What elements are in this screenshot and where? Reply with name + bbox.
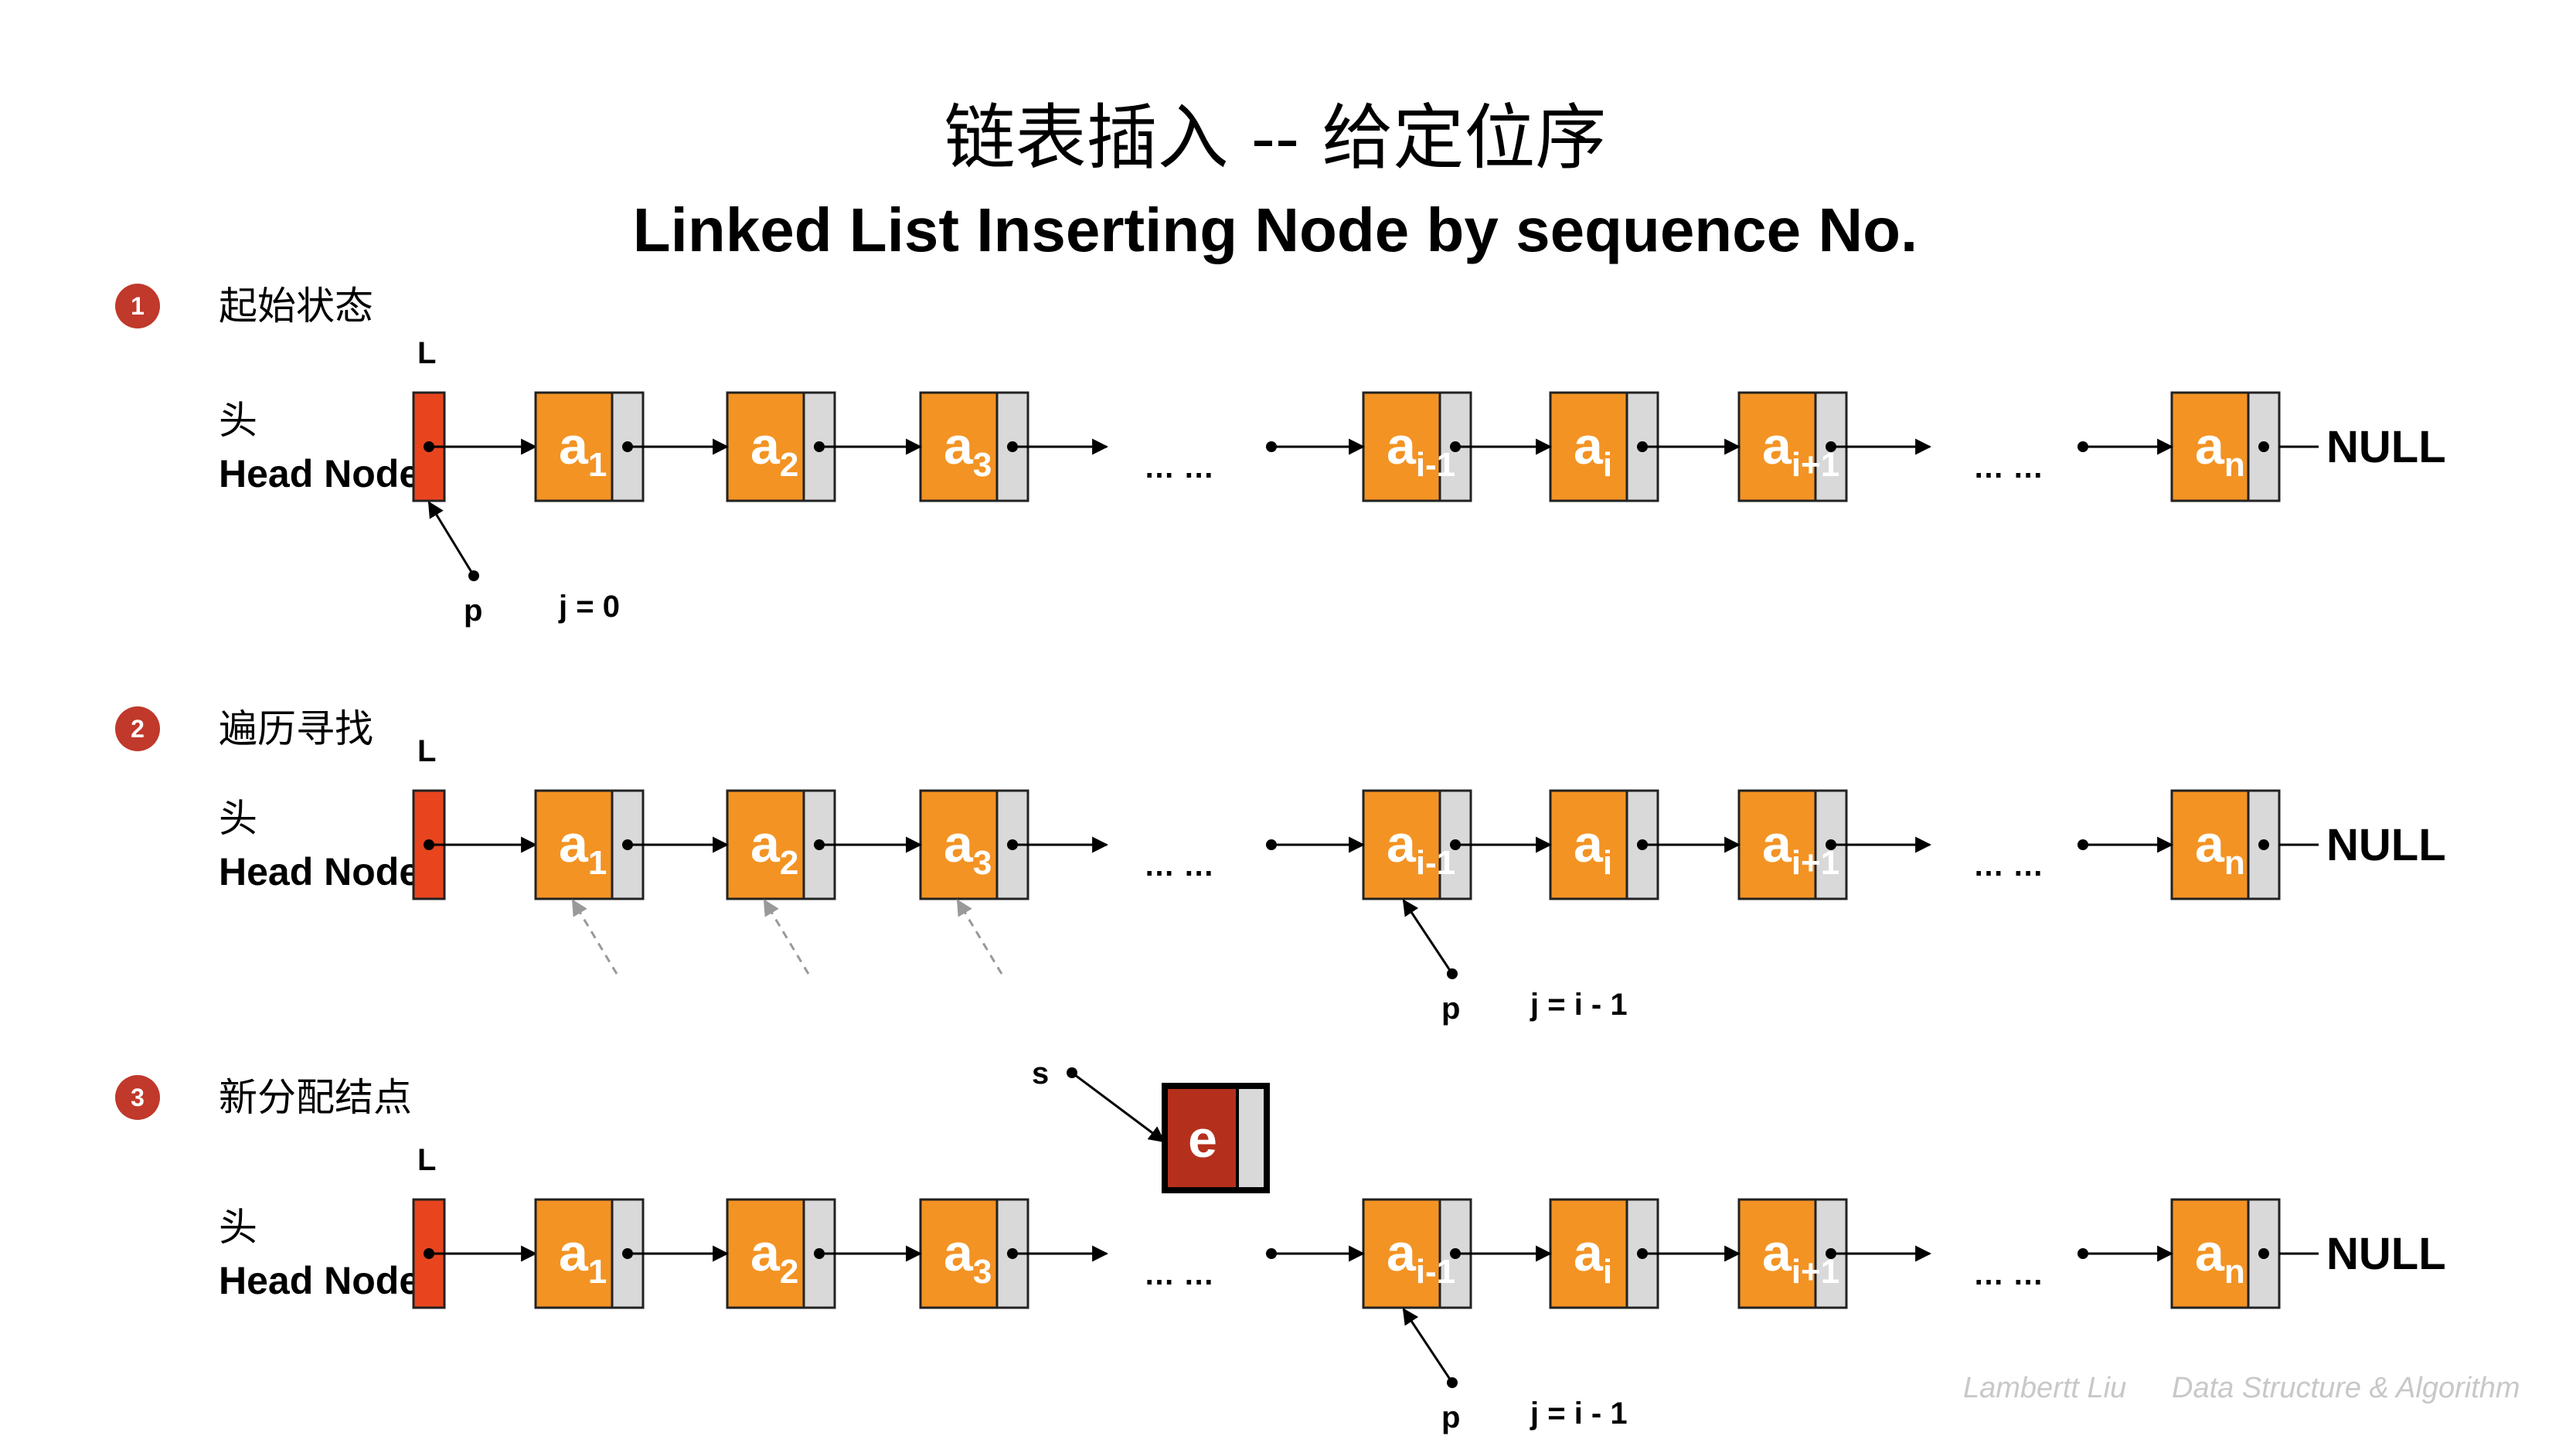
list-node-5: ai <box>1549 789 1659 900</box>
pointer-p-label: p <box>464 594 482 628</box>
node-label-subscript: i-1 <box>1416 1253 1455 1291</box>
list-node-3: a3 <box>919 789 1029 900</box>
head-node-label-cn: 头 <box>219 796 257 841</box>
new-node-s: es <box>1032 1057 1270 1193</box>
step-number: 3 <box>131 1084 145 1111</box>
step-label: 新分配结点 <box>219 1075 412 1120</box>
title-chinese: 链表插入 -- 给定位序 <box>944 97 1607 179</box>
null-label: NULL <box>2326 422 2446 472</box>
list-node-1: a1 <box>534 1198 645 1309</box>
list-node-3: a3 <box>919 391 1029 502</box>
ellipsis: … … <box>1973 1257 2043 1291</box>
node-next-dot <box>2258 441 2269 452</box>
list-node-7: an <box>2170 1198 2281 1309</box>
ellipsis: … … <box>1973 849 2043 883</box>
head-node-label-en: Head Node <box>219 850 420 893</box>
head-node-label-cn: 头 <box>219 398 257 443</box>
counter-label: j = i - 1 <box>1530 1397 1628 1431</box>
node-label-subscript: i <box>1603 446 1612 484</box>
step-row-1: 1 起始状态头 Head Node La1 a2 a3 ai-1 ai ai+1 an … … … …… <box>115 284 2446 628</box>
ellipsis: … … <box>1144 849 1214 883</box>
step-row-2: 2 遍历寻找头 Head Node La1 a2 a3 ai-1 ai ai+1 an … … … …… <box>115 706 2446 1026</box>
pointer-s-arrow <box>1071 1071 1165 1143</box>
node-label-subscript: i-1 <box>1416 844 1455 882</box>
title-english: Linked List Inserting Node by sequence N… <box>633 196 1918 264</box>
node-label-subscript: i-1 <box>1416 446 1455 484</box>
node-next-dot <box>2258 1248 2269 1259</box>
footer-author: Lambertt Liu <box>1963 1372 2126 1404</box>
pointer-s-label: s <box>1032 1057 1049 1091</box>
list-node-5: ai <box>1549 1198 1659 1309</box>
node-label-subscript: n <box>2224 844 2245 882</box>
new-node-label: e <box>1188 1110 1217 1169</box>
traversal-arrow <box>763 899 810 975</box>
head-pointer-label: L <box>417 1143 436 1177</box>
step-number: 1 <box>131 292 145 320</box>
footer-subject: Data Structure & Algorithm <box>2172 1372 2520 1404</box>
step-label: 起始状态 <box>219 284 373 328</box>
list-node-6: ai+1 <box>1737 789 1848 900</box>
node-label-subscript: 2 <box>780 446 798 484</box>
ellipsis: … … <box>1973 451 2043 485</box>
list-node-4: ai-1 <box>1362 789 1472 900</box>
list-node-4: ai-1 <box>1362 391 1472 502</box>
head-node-label-en: Head Node <box>219 1259 420 1302</box>
head-pointer-label: L <box>417 336 436 370</box>
list-node-5: ai <box>1549 391 1659 502</box>
node-label-subscript: 3 <box>973 446 992 484</box>
list-node-2: a2 <box>726 391 836 502</box>
list-node-6: ai+1 <box>1737 391 1848 502</box>
node-label-subscript: i <box>1603 1253 1612 1291</box>
new-node-next-field <box>1237 1089 1264 1187</box>
node-label-subscript: n <box>2224 446 2245 484</box>
traversal-arrow <box>956 899 1003 975</box>
node-label-subscript: 2 <box>780 1253 798 1291</box>
list-node-1: a1 <box>534 391 645 502</box>
ellipsis: … … <box>1144 1257 1214 1291</box>
node-label-subscript: 1 <box>588 446 607 484</box>
step-number: 2 <box>131 715 145 743</box>
null-label: NULL <box>2326 820 2446 870</box>
counter-label: j = i - 1 <box>1530 988 1628 1022</box>
pointer-p-arrow <box>1402 1308 1454 1383</box>
diagram-stage: 链表插入 -- 给定位序 Linked List Inserting Node … <box>0 0 2576 1449</box>
step-label: 遍历寻找 <box>219 706 373 751</box>
head-pointer-label: L <box>417 734 436 768</box>
list-node-3: a3 <box>919 1198 1029 1309</box>
linked-list-diagram: 链表插入 -- 给定位序 Linked List Inserting Node … <box>115 97 2520 1434</box>
node-label-subscript: n <box>2224 1253 2245 1291</box>
traversal-arrow <box>571 899 618 975</box>
node-next-dot <box>2258 839 2269 850</box>
node-label-subscript: 3 <box>973 844 992 882</box>
rows-group: 1 起始状态头 Head Node La1 a2 a3 ai-1 ai ai+1 an … … … …… <box>115 284 2446 1434</box>
pointer-p-arrow <box>1402 899 1454 975</box>
node-label-subscript: 1 <box>588 844 607 882</box>
counter-label: j = 0 <box>558 590 620 624</box>
head-node-label-en: Head Node <box>219 452 420 495</box>
pointer-p-label: p <box>1441 992 1460 1026</box>
list-node-4: ai-1 <box>1362 1198 1472 1309</box>
null-label: NULL <box>2326 1229 2446 1279</box>
ellipsis: … … <box>1144 451 1214 485</box>
node-label-subscript: 3 <box>973 1253 992 1291</box>
list-node-2: a2 <box>726 1198 836 1309</box>
node-label-subscript: 2 <box>780 844 798 882</box>
list-node-2: a2 <box>726 789 836 900</box>
pointer-p-arrow <box>427 501 475 577</box>
pointer-p-label: p <box>1441 1400 1460 1434</box>
list-node-7: an <box>2170 391 2281 502</box>
head-node-label-cn: 头 <box>219 1205 257 1250</box>
node-label-subscript: 1 <box>588 1253 607 1291</box>
list-node-7: an <box>2170 789 2281 900</box>
list-node-6: ai+1 <box>1737 1198 1848 1309</box>
list-node-1: a1 <box>534 789 645 900</box>
node-label-subscript: i <box>1603 844 1612 882</box>
